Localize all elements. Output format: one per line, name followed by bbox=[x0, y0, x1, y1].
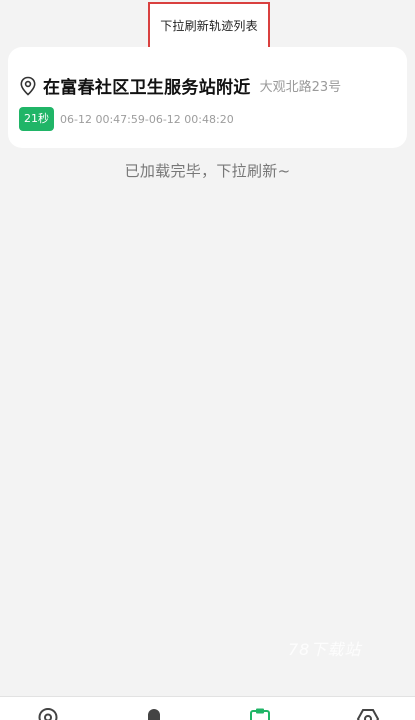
bottom-navigation-bar bbox=[0, 696, 415, 720]
shield-icon[interactable] bbox=[355, 707, 381, 720]
track-location-row: 在富春社区卫生服务站附近 大观北路23号 bbox=[19, 73, 341, 98]
list-loaded-status: 已加载完毕，下拉刷新~ bbox=[124, 162, 291, 180]
duration-badge: 21秒 bbox=[19, 107, 54, 131]
track-list-item[interactable]: 在富春社区卫生服务站附近 大观北路23号 21秒 06-12 00:47:59-… bbox=[8, 47, 407, 148]
person-icon[interactable] bbox=[141, 707, 167, 720]
track-time-row: 21秒 06-12 00:47:59-06-12 00:48:20 bbox=[19, 107, 234, 131]
track-location-address: 大观北路23号 bbox=[259, 80, 342, 95]
track-time-range: 06-12 00:47:59-06-12 00:48:20 bbox=[60, 112, 234, 126]
clipboard-icon[interactable] bbox=[247, 707, 273, 720]
track-location-title: 在富春社区卫生服务站附近 bbox=[43, 78, 251, 98]
watermark-text: 78下载站 bbox=[288, 640, 362, 659]
pull-refresh-tooltip-text: 下拉刷新轨迹列表 bbox=[160, 19, 258, 33]
location-pin-icon[interactable] bbox=[35, 707, 61, 720]
location-pin-icon bbox=[19, 76, 37, 96]
